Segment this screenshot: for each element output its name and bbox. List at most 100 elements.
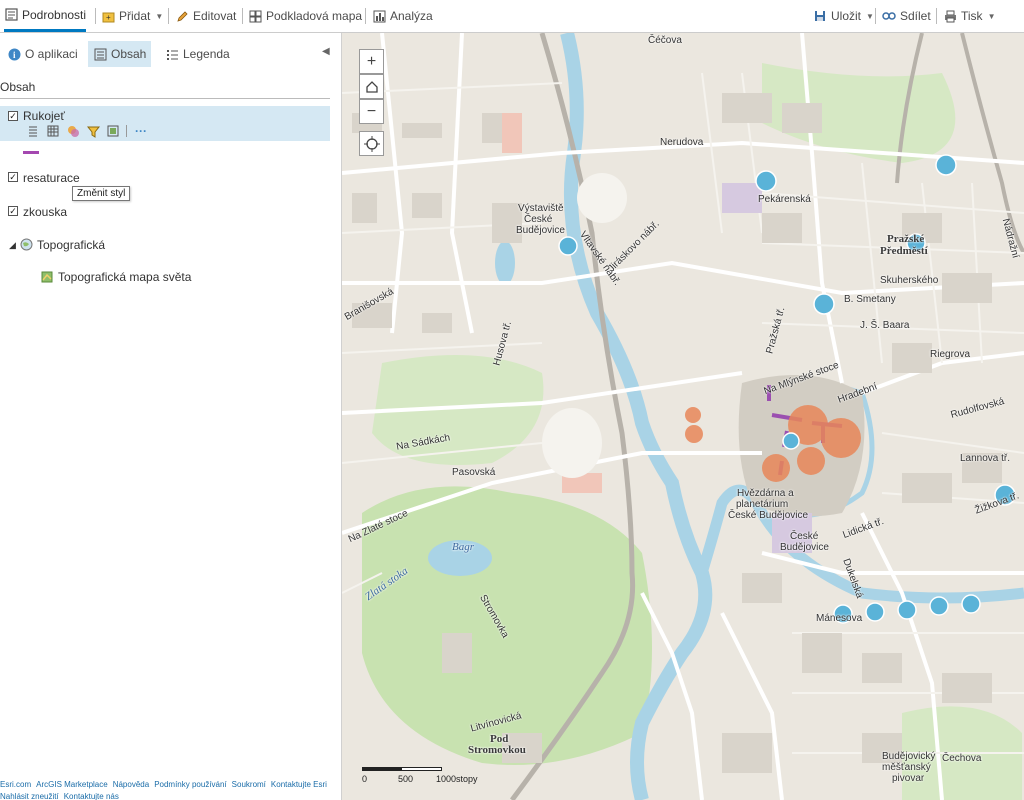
analysis-icon [372,9,386,23]
divider [0,98,330,99]
print-label: Tisk [961,9,983,23]
map-label: Výstaviště [518,203,564,214]
locate-button[interactable] [359,131,384,156]
analysis-label: Analýza [390,9,433,23]
separator [126,125,127,137]
layer-group-topo[interactable]: ◢ Topografická [0,236,330,256]
save-button[interactable]: Uložit ▼ [813,0,874,32]
zoom-in-button[interactable]: + [359,49,384,74]
footer-link[interactable]: Podmínky používání [154,780,226,789]
layer-label: Topografická [37,238,106,252]
map-label: Čéčova [648,35,682,46]
map-label: Budějovice [516,225,565,236]
map-label: Lannova tř. [960,453,1011,464]
add-label: Přidat [119,9,151,23]
footer-link[interactable]: Kontaktujte Esri [271,780,327,789]
footer-link[interactable]: Soukromí [232,780,266,789]
map-label: B. Smetany [844,294,896,305]
details-button[interactable]: Podrobnosti [4,0,87,32]
separator [242,8,243,24]
home-icon [365,80,378,93]
chevron-down-icon: ▼ [866,11,874,21]
map-label: Hvězdárna a [737,488,794,499]
analysis-tool-icon[interactable] [106,124,120,138]
layer-item-rukojet[interactable]: ✓ Rukojeť ··· [0,106,330,141]
tab-legend[interactable]: Legenda [160,41,235,67]
map-label: Pasovská [452,467,496,478]
printer-icon [943,9,957,23]
locate-icon [363,135,380,152]
tab-about[interactable]: i O aplikaci [2,41,83,67]
footer-link[interactable]: Kontaktujte nás [64,792,119,800]
footer-link[interactable]: Nahlásit zneužití [0,792,59,800]
basemap-icon [248,9,262,23]
footer-link[interactable]: ArcGIS Marketplace [36,780,108,789]
save-label: Uložit [831,9,862,23]
print-button[interactable]: Tisk ▼ [943,0,995,32]
map-view[interactable]: + − Výstaviště České Budějovice Pekárens… [342,33,1024,800]
map-label: České [790,531,819,542]
scale-bar: 0 500 1000stopy [362,765,478,791]
share-button[interactable]: Sdílet [882,0,931,32]
tab-about-label: O aplikaci [25,47,78,61]
map-label: Stromovkou [468,744,526,756]
chevron-down-icon: ▼ [155,11,164,21]
separator [365,8,366,24]
map-label: Čechova [942,753,982,764]
separator [95,8,96,24]
filter-icon[interactable] [86,124,100,138]
basemap-label: Podkladová mapa [266,9,363,23]
map-label: měšťanský [882,762,931,773]
separator [936,8,937,24]
analysis-button[interactable]: Analýza [372,0,433,32]
panel-tabs: i O aplikaci Obsah Legenda [0,41,330,67]
layer-item-resaturace[interactable]: ✓ resaturace [0,169,330,189]
scale-label: 500 [398,774,414,784]
footer-link[interactable]: Nápověda [113,780,149,789]
add-button[interactable]: + Přidat ▼ [101,0,163,32]
footer-links: Esri.com ArcGIS Marketplace Nápověda Podmín… [0,779,340,800]
map-label: Budějovický [882,751,936,762]
map-label: Riegrova [930,349,971,360]
layer-checkbox[interactable]: ✓ [8,172,18,182]
tab-content[interactable]: Obsah [88,41,152,67]
map-label: Předměstí [880,245,928,257]
tab-content-label: Obsah [111,47,147,61]
svg-text:+: + [106,13,111,22]
info-icon: i [7,47,21,61]
layer-label: Topografická mapa světa [58,270,192,284]
details-tool-icon[interactable] [26,124,40,138]
map-label: České [524,214,553,225]
map-label: České Budějovice [728,510,809,521]
change-style-icon[interactable] [66,124,80,138]
layer-label: resaturace [23,171,80,185]
globe-icon [20,238,33,254]
map-label: Budějovice [780,542,829,553]
edit-button[interactable]: Editovat [175,0,236,32]
collapse-panel-icon[interactable]: ◀ [322,46,330,57]
basemap-button[interactable]: Podkladová mapa [248,0,362,32]
layer-item-topo-map[interactable]: Topografická mapa světa [0,268,330,288]
scale-bar-graphic [362,767,442,771]
more-options-icon[interactable]: ··· [134,124,148,138]
separator [168,8,169,24]
expand-icon[interactable]: ◢ [9,240,16,251]
zoom-out-button[interactable]: − [359,99,384,124]
details-icon [4,8,18,22]
scale-label: 1000stopy [436,774,478,784]
content-icon [93,47,107,61]
layer-item-zkouska[interactable]: ✓ zkouska [0,203,330,223]
footer-link[interactable]: Esri.com [0,780,31,789]
content-panel: i O aplikaci Obsah Legenda ◀ Obsah ✓ Ruk… [0,33,342,800]
layer-label: Rukojeť [23,109,65,123]
map-label: pivovar [892,773,925,784]
pencil-icon [175,9,189,23]
link-icon [882,9,896,23]
table-icon[interactable] [46,124,60,138]
home-button[interactable] [359,74,384,99]
basemap [342,33,1024,800]
layer-checkbox[interactable]: ✓ [8,206,18,216]
tab-legend-label: Legenda [183,47,230,61]
layer-checkbox[interactable]: ✓ [8,111,18,121]
map-label: Bagr [452,541,474,553]
